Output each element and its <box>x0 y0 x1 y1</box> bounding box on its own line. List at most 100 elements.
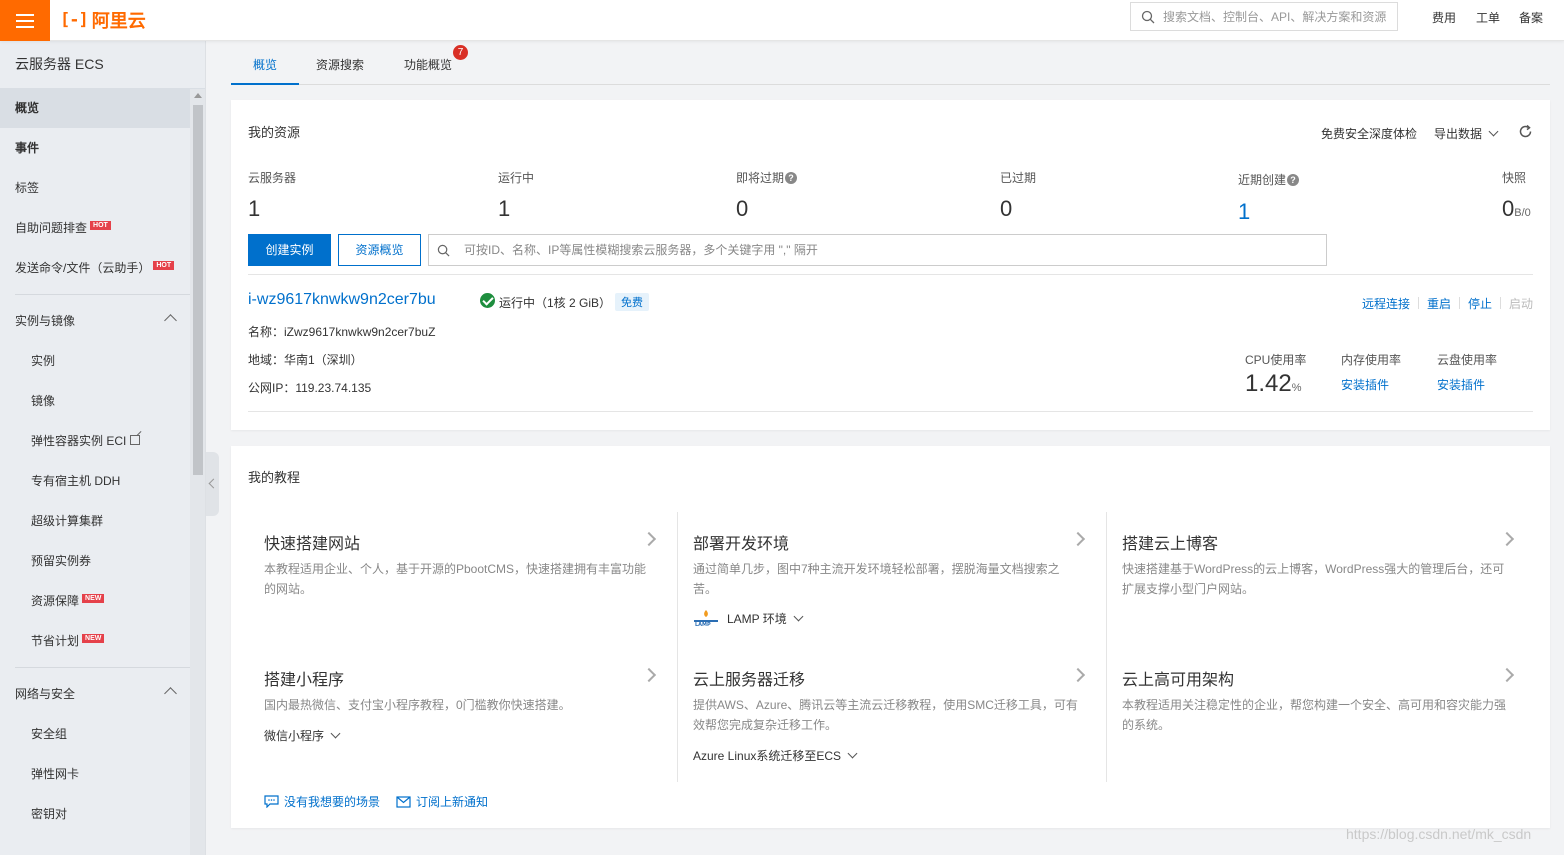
scrollbar-thumb[interactable] <box>193 105 203 475</box>
sidebar-item-tags[interactable]: 标签 <box>0 168 205 208</box>
sidebar-item-savings-plan[interactable]: 节省计划 NEW <box>0 621 205 661</box>
external-link-icon <box>130 434 141 445</box>
refresh-icon[interactable] <box>1518 124 1533 139</box>
tutorial-desc-ha-architecture: 本教程适用关注稳定性的企业，帮您构建一个安全、高可用和容灾能力强的系统。 <box>1122 698 1507 732</box>
sidebar-item-resource-assurance[interactable]: 资源保障 NEW <box>0 581 205 621</box>
sidebar-item-overview[interactable]: 概览 <box>0 88 205 128</box>
tutorial-title-blog[interactable]: 搭建云上博客 <box>1122 530 1218 554</box>
free-security-check-link[interactable]: 免费安全深度体检 <box>1321 125 1417 142</box>
tutorial-title-migration[interactable]: 云上服务器迁移 <box>693 666 805 690</box>
export-data-dropdown[interactable]: 导出数据 <box>1434 125 1499 142</box>
azure-migration-dropdown[interactable]: Azure Linux系统迁移至ECS <box>693 747 858 764</box>
tutorial-title-website[interactable]: 快速搭建网站 <box>264 530 360 554</box>
chevron-right-icon[interactable] <box>641 531 657 547</box>
sidebar-item-security-groups[interactable]: 安全组 <box>0 714 205 754</box>
export-data-label: 导出数据 <box>1434 127 1483 141</box>
wechat-mini-program-dropdown[interactable]: 微信小程序 <box>264 727 341 744</box>
tutorial-title-dev-env[interactable]: 部署开发环境 <box>693 530 789 554</box>
instance-status: 运行中（1核 2 GiB） <box>499 296 612 310</box>
create-instance-button[interactable]: 创建实例 <box>248 234 331 266</box>
sidebar-item-label: 镜像 <box>31 394 56 408</box>
instance-search[interactable] <box>428 234 1327 266</box>
nav-tickets[interactable]: 工单 <box>1476 9 1500 26</box>
my-resources-card: 我的资源 免费安全深度体检 导出数据 云服务器 1 运行中 1 即将过期? 0 … <box>231 100 1550 430</box>
sidebar-item-reserved-instances[interactable]: 预留实例券 <box>0 541 205 581</box>
chevron-down-icon <box>330 728 341 739</box>
mail-icon <box>396 795 411 808</box>
sidebar-item-eci[interactable]: 弹性容器实例 ECI <box>0 421 205 461</box>
feedback-label: 没有我想要的场景 <box>284 795 381 809</box>
dropdown-label: Azure Linux系统迁移至ECS <box>693 749 842 763</box>
my-resources-title: 我的资源 <box>248 125 301 140</box>
action-separator <box>1418 297 1419 309</box>
stat-value-expiring[interactable]: 0 <box>736 196 748 222</box>
sidebar-item-instances[interactable]: 实例 <box>0 341 205 381</box>
tutorial-title-mini-program[interactable]: 搭建小程序 <box>264 666 344 690</box>
instance-public-ip: 公网IP：119.23.74.135 <box>248 381 372 395</box>
chevron-right-icon[interactable] <box>1499 667 1515 683</box>
stat-label-recent: 近期创建? <box>1238 171 1300 188</box>
chevron-right-icon[interactable] <box>641 667 657 683</box>
help-icon[interactable]: ? <box>785 171 798 184</box>
restart-link[interactable]: 重启 <box>1427 295 1451 312</box>
stat-label-text: 近期创建 <box>1238 173 1287 187</box>
memory-install-plugin-link[interactable]: 安装插件 <box>1341 376 1389 393</box>
stat-value-snapshots[interactable]: 0B/0 <box>1502 196 1531 222</box>
lamp-env-dropdown[interactable]: LAMP LAMP 环境 <box>693 609 804 627</box>
stat-value-running[interactable]: 1 <box>498 196 510 222</box>
scroll-up-arrow-icon[interactable] <box>194 93 202 98</box>
chevron-right-icon[interactable] <box>1070 667 1086 683</box>
sidebar-item-images[interactable]: 镜像 <box>0 381 205 421</box>
resource-overview-button[interactable]: 资源概览 <box>338 234 421 266</box>
sidebar-item-eni[interactable]: 弹性网卡 <box>0 754 205 794</box>
sidebar-item-cloud-assistant[interactable]: 发送命令/文件（云助手） HOT <box>0 248 205 288</box>
tutorial-title-ha-architecture[interactable]: 云上高可用架构 <box>1122 666 1234 690</box>
subscribe-updates-link[interactable]: 订阅上新通知 <box>396 793 488 810</box>
help-icon[interactable]: ? <box>1287 173 1300 186</box>
sidebar-title: 云服务器 ECS <box>15 56 104 72</box>
sidebar-item-events[interactable]: 事件 <box>0 128 205 168</box>
stat-value-recent[interactable]: 1 <box>1238 199 1250 225</box>
instance-id-link[interactable]: i-wz9617knwkw9n2cer7bu <box>248 291 436 309</box>
aliyun-logo[interactable]: [-] 阿里云 <box>60 8 146 32</box>
sidebar-group-network-security[interactable]: 网络与安全 <box>0 674 205 714</box>
sidebar-item-label: 事件 <box>15 141 40 155</box>
action-separator <box>1459 297 1460 309</box>
tab-overview[interactable]: 概览 <box>231 41 300 85</box>
sidebar-item-label: 专有宿主机 DDH <box>31 474 121 488</box>
chevron-down-icon <box>793 611 804 621</box>
remote-connect-link[interactable]: 远程连接 <box>1362 295 1410 312</box>
dropdown-label: 微信小程序 <box>264 729 325 743</box>
sidebar-item-troubleshoot[interactable]: 自助问题排查 HOT <box>0 208 205 248</box>
chevron-up-icon <box>164 314 177 327</box>
chevron-right-icon[interactable] <box>1499 531 1515 547</box>
stat-label-text: 即将过期 <box>736 171 785 185</box>
tab-label: 资源搜索 <box>316 58 365 72</box>
stat-value-servers[interactable]: 1 <box>248 196 260 222</box>
global-search-input[interactable] <box>1163 9 1393 24</box>
sidebar-collapse-handle[interactable] <box>206 452 219 516</box>
chevron-right-icon[interactable] <box>1070 531 1086 547</box>
stop-link[interactable]: 停止 <box>1468 295 1492 312</box>
stat-value-expired[interactable]: 0 <box>1000 196 1012 222</box>
sidebar-item-ddh[interactable]: 专有宿主机 DDH <box>0 461 205 501</box>
cpu-usage-value: 1.42% <box>1245 370 1302 398</box>
tab-resource-search[interactable]: 资源搜索 <box>294 41 386 85</box>
sidebar-item-scc[interactable]: 超级计算集群 <box>0 501 205 541</box>
nav-icp-filing[interactable]: 备案 <box>1519 9 1543 26</box>
nav-billing[interactable]: 费用 <box>1432 9 1456 26</box>
hamburger-menu-icon[interactable] <box>0 0 50 41</box>
sidebar-item-key-pairs[interactable]: 密钥对 <box>0 794 205 834</box>
sidebar-group-instances-images[interactable]: 实例与镜像 <box>0 301 205 341</box>
global-search[interactable] <box>1130 2 1398 31</box>
no-scenario-feedback-link[interactable]: 没有我想要的场景 <box>264 793 380 810</box>
sidebar-scrollbar[interactable] <box>190 89 205 855</box>
disk-install-plugin-link[interactable]: 安装插件 <box>1437 376 1485 393</box>
tutorial-desc-migration: 提供AWS、Azure、腾讯云等主流云迁移教程，使用SMC迁移工具，可有效帮您完… <box>693 698 1078 732</box>
start-link[interactable]: 启动 <box>1509 295 1533 312</box>
sidebar-divider <box>15 667 190 668</box>
sidebar-item-label: 弹性容器实例 ECI <box>31 434 127 448</box>
tab-feature-overview[interactable]: 功能概览 7 <box>382 41 474 85</box>
sidebar-group-label: 网络与安全 <box>15 687 76 701</box>
instance-search-input[interactable] <box>464 243 1314 257</box>
